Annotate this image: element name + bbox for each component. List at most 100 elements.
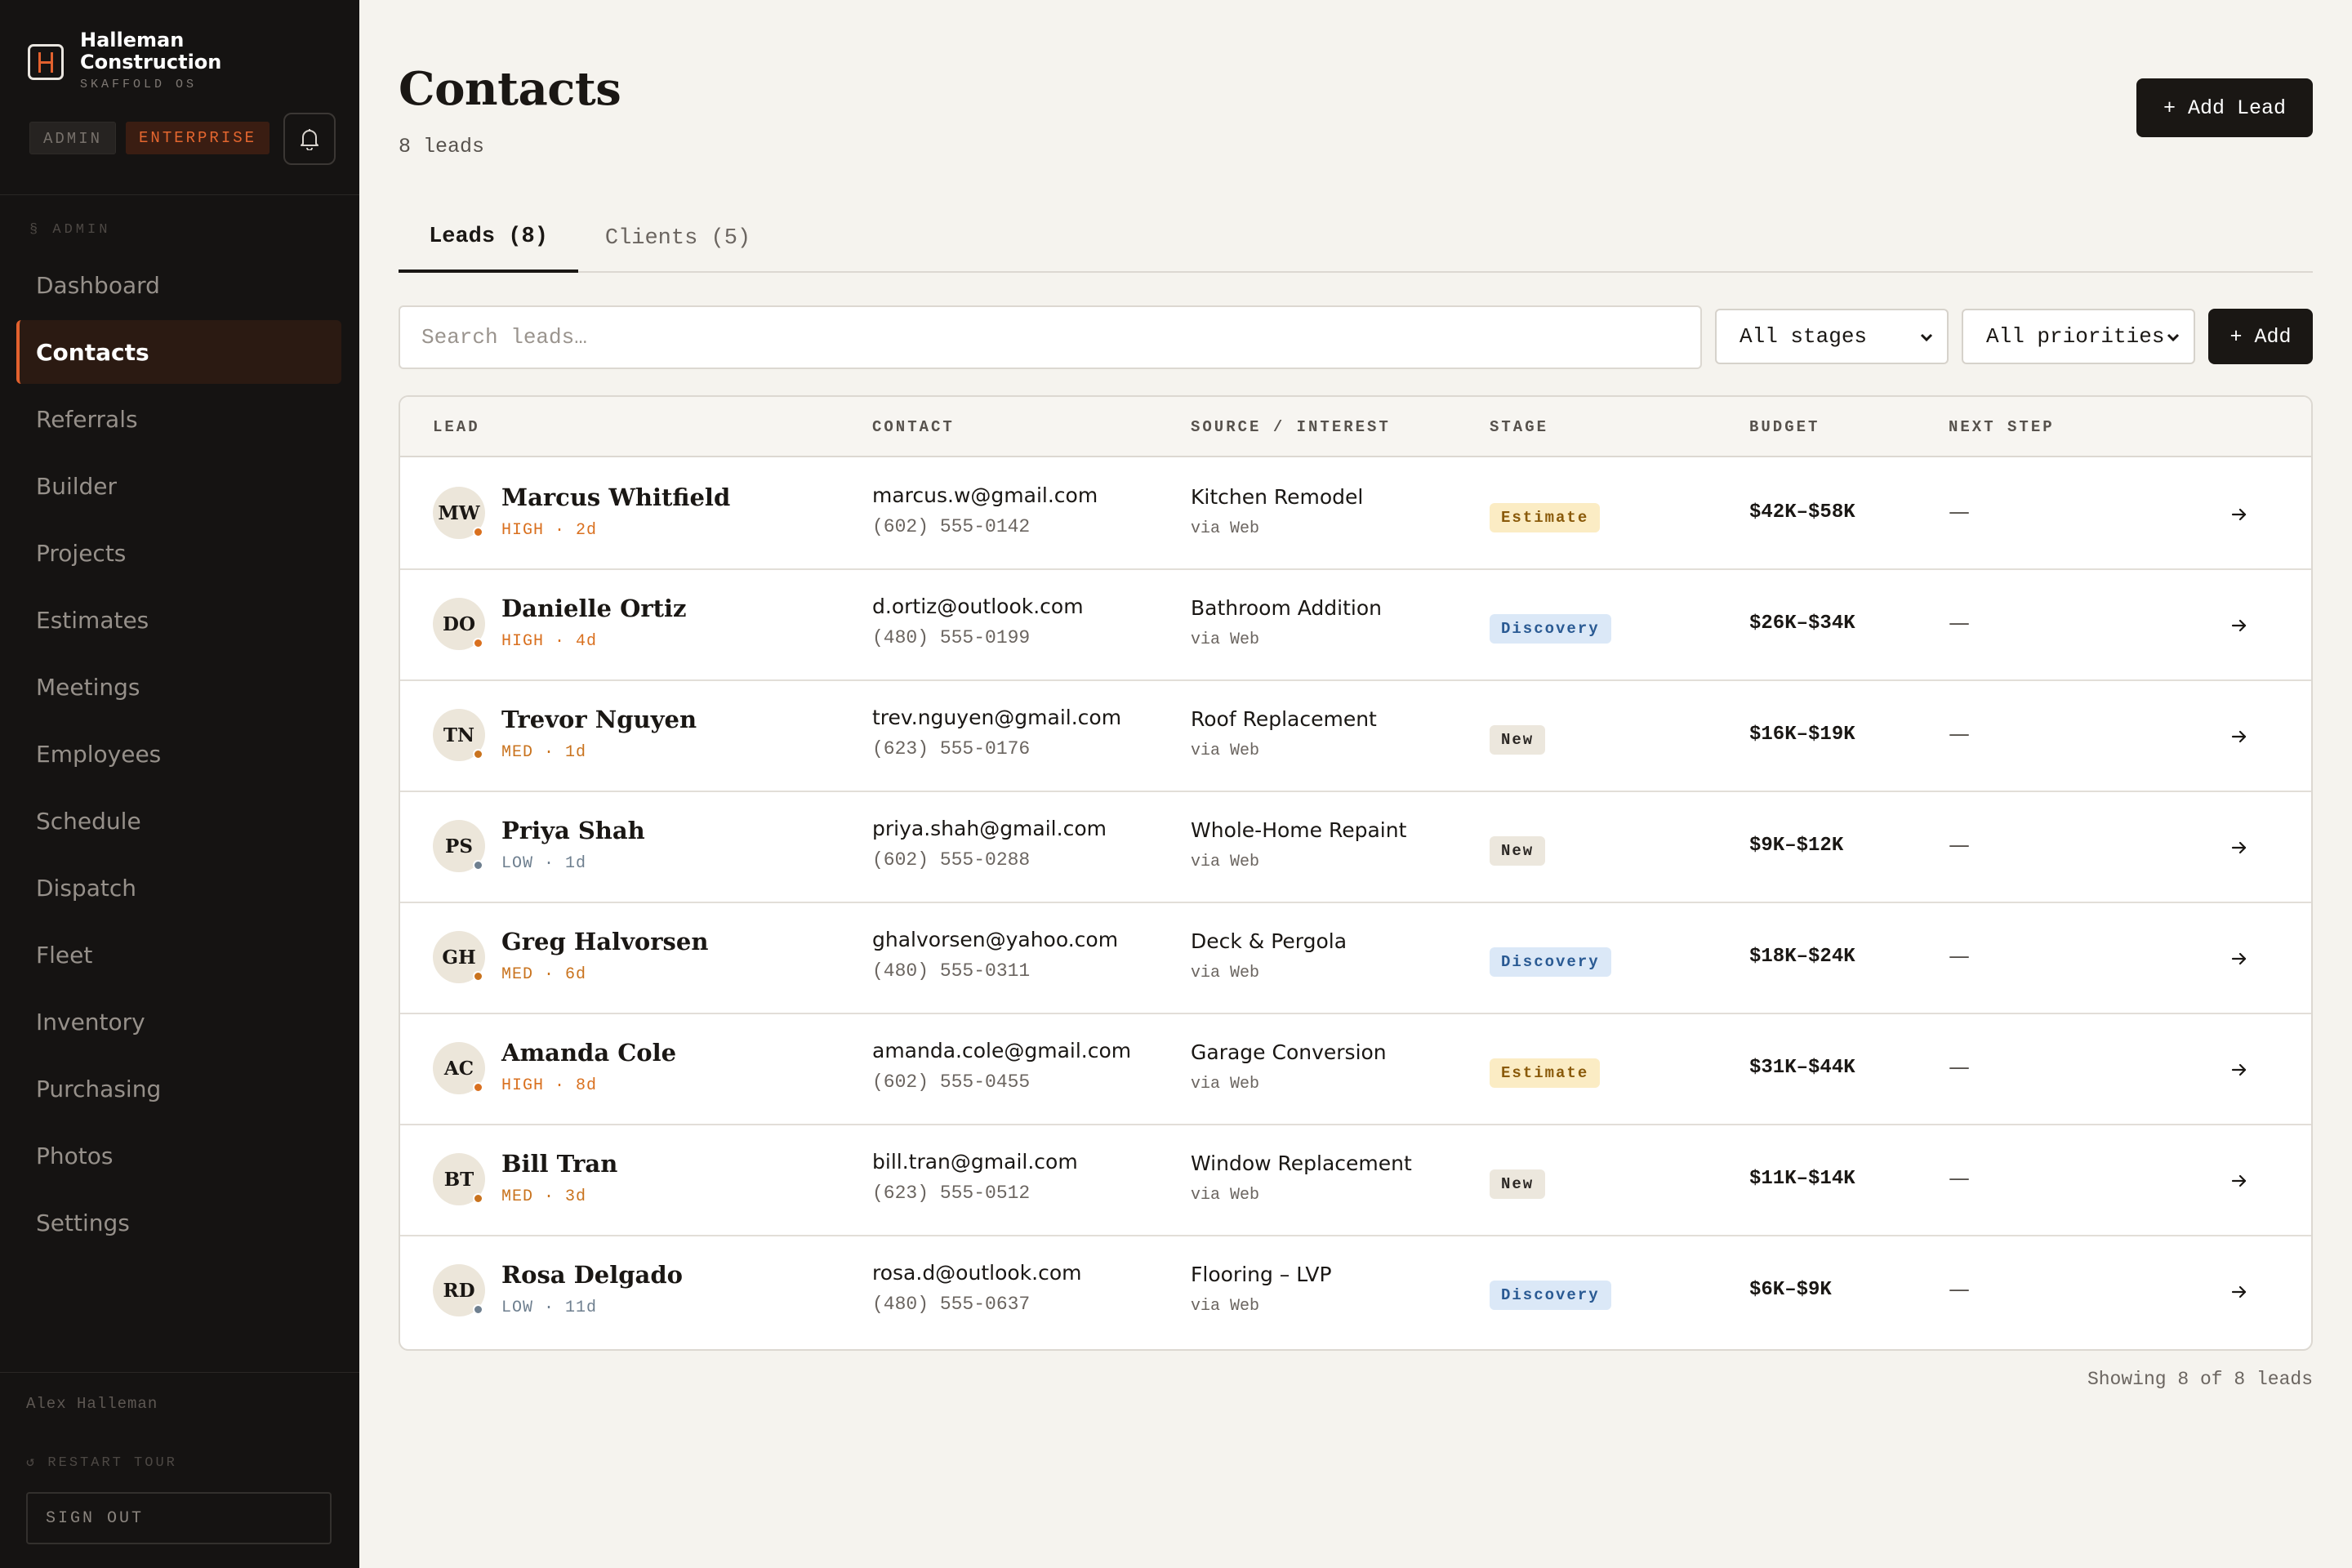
lead-priority-age: MED · 3d	[501, 1187, 587, 1206]
arrow-right-icon	[2231, 952, 2247, 965]
table-row[interactable]: DO Danielle Ortiz HIGH · 4d d.ortiz@outl…	[400, 570, 2311, 681]
lead-source: via Web	[1191, 1075, 1260, 1094]
sign-out-button[interactable]: SIGN OUT	[26, 1492, 332, 1544]
sidebar-item-meetings[interactable]: Meetings	[16, 655, 341, 719]
lead-name[interactable]: Greg Halvorsen	[501, 928, 708, 956]
brand-subtitle: SKAFFOLD OS	[80, 78, 198, 91]
contact-phone[interactable]: (602) 555-0142	[872, 516, 1030, 537]
sidebar-item-builder[interactable]: Builder	[16, 454, 341, 518]
lead-name[interactable]: Amanda Cole	[501, 1039, 676, 1067]
column-header-source[interactable]: SOURCE / INTEREST	[1191, 397, 1391, 457]
sidebar-item-settings[interactable]: Settings	[16, 1191, 341, 1254]
lead-interest: Flooring – LVP	[1191, 1263, 1332, 1286]
contact-email[interactable]: ghalvorsen@yahoo.com	[872, 928, 1118, 951]
avatar: BT	[433, 1153, 485, 1205]
contact-phone[interactable]: (623) 555-0512	[872, 1183, 1030, 1204]
open-lead-button[interactable]	[2226, 946, 2252, 972]
open-lead-button[interactable]	[2226, 501, 2252, 528]
sidebar-item-projects[interactable]: Projects	[16, 521, 341, 585]
contact-email[interactable]: rosa.d@outlook.com	[872, 1261, 1081, 1285]
sidebar-item-photos[interactable]: Photos	[16, 1124, 341, 1187]
priority-dot	[473, 860, 483, 871]
sidebar-item-dashboard[interactable]: Dashboard	[16, 253, 341, 317]
lead-source: via Web	[1191, 630, 1260, 649]
brand[interactable]: Halleman Construction SKAFFOLD OS	[28, 29, 221, 91]
sidebar-item-inventory[interactable]: Inventory	[16, 990, 341, 1054]
lead-interest: Roof Replacement	[1191, 707, 1377, 731]
sidebar-item-dispatch[interactable]: Dispatch	[16, 856, 341, 920]
table-row[interactable]: RD Rosa Delgado LOW · 11d rosa.d@outlook…	[400, 1236, 2311, 1348]
chevron-down-icon	[1920, 333, 1933, 342]
arrow-right-icon	[2231, 619, 2247, 632]
sidebar-item-estimates[interactable]: Estimates	[16, 588, 341, 652]
open-lead-button[interactable]	[2226, 1168, 2252, 1194]
contact-phone[interactable]: (602) 555-0288	[872, 849, 1030, 871]
sidebar-item-fleet[interactable]: Fleet	[16, 923, 341, 987]
open-lead-button[interactable]	[2226, 612, 2252, 639]
tab-clients[interactable]: Clients (5)	[588, 204, 768, 273]
priority-filter-select[interactable]: All priorities	[1962, 309, 2195, 364]
stage-badge: Estimate	[1490, 503, 1601, 532]
add-lead-button[interactable]: + Add Lead	[2136, 78, 2313, 137]
column-header-next-step[interactable]: NEXT STEP	[1949, 397, 2055, 457]
plan-badge: ENTERPRISE	[126, 122, 270, 154]
stage-filter-select[interactable]: All stages	[1715, 309, 1949, 364]
lead-name[interactable]: Trevor Nguyen	[501, 706, 697, 733]
sidebar-divider	[0, 194, 359, 195]
avatar: TN	[433, 709, 485, 761]
add-button[interactable]: + Add	[2208, 309, 2313, 364]
arrow-right-icon	[2231, 730, 2247, 743]
lead-name[interactable]: Rosa Delgado	[501, 1261, 683, 1289]
lead-source: via Web	[1191, 1186, 1260, 1205]
open-lead-button[interactable]	[2226, 724, 2252, 750]
contact-phone[interactable]: (623) 555-0176	[872, 738, 1030, 760]
tab-leads[interactable]: Leads (8)	[399, 204, 578, 273]
avatar: RD	[433, 1264, 485, 1316]
contact-phone[interactable]: (602) 555-0455	[872, 1071, 1030, 1093]
table-row[interactable]: TN Trevor Nguyen MED · 1d trev.nguyen@gm…	[400, 681, 2311, 792]
stage-badge: New	[1490, 1169, 1546, 1199]
table-row[interactable]: GH Greg Halvorsen MED · 6d ghalvorsen@ya…	[400, 903, 2311, 1014]
contact-email[interactable]: bill.tran@gmail.com	[872, 1150, 1078, 1174]
column-header-lead[interactable]: LEAD	[433, 397, 480, 457]
open-lead-button[interactable]	[2226, 1279, 2252, 1305]
lead-name[interactable]: Marcus Whitfield	[501, 483, 730, 511]
open-lead-button[interactable]	[2226, 1057, 2252, 1083]
contact-phone[interactable]: (480) 555-0199	[872, 627, 1030, 648]
lead-source: via Web	[1191, 853, 1260, 871]
lead-name[interactable]: Priya Shah	[501, 817, 645, 844]
lead-budget: $11K–$14K	[1749, 1168, 1855, 1190]
lead-priority-age: LOW · 1d	[501, 854, 587, 873]
column-header-budget[interactable]: BUDGET	[1749, 397, 1820, 457]
notifications-button[interactable]	[283, 113, 336, 165]
contact-phone[interactable]: (480) 555-0311	[872, 960, 1030, 982]
contact-phone[interactable]: (480) 555-0637	[872, 1294, 1030, 1315]
table-row[interactable]: PS Priya Shah LOW · 1d priya.shah@gmail.…	[400, 792, 2311, 903]
contact-email[interactable]: trev.nguyen@gmail.com	[872, 706, 1121, 729]
restart-tour-link[interactable]: ↺ RESTART TOUR	[26, 1454, 177, 1471]
sidebar-item-contacts[interactable]: Contacts	[16, 320, 341, 384]
open-lead-button[interactable]	[2226, 835, 2252, 861]
column-header-stage[interactable]: STAGE	[1490, 397, 1548, 457]
sidebar-item-referrals[interactable]: Referrals	[16, 387, 341, 451]
contact-email[interactable]: marcus.w@gmail.com	[872, 483, 1098, 507]
lead-priority-age: MED · 6d	[501, 965, 587, 984]
table-row[interactable]: MW Marcus Whitfield HIGH · 2d marcus.w@g…	[400, 459, 2311, 570]
lead-name[interactable]: Danielle Ortiz	[501, 595, 687, 622]
contact-email[interactable]: d.ortiz@outlook.com	[872, 595, 1084, 618]
sidebar-item-schedule[interactable]: Schedule	[16, 789, 341, 853]
sidebar-nav: Dashboard Contacts Referrals Builder Pro…	[16, 253, 341, 1258]
search-input[interactable]	[399, 305, 1702, 369]
column-header-contact[interactable]: CONTACT	[872, 397, 955, 457]
lead-name[interactable]: Bill Tran	[501, 1150, 617, 1178]
lead-budget: $42K–$58K	[1749, 501, 1855, 523]
next-step: —	[1949, 1055, 1970, 1080]
sidebar-item-employees[interactable]: Employees	[16, 722, 341, 786]
table-row[interactable]: BT Bill Tran MED · 3d bill.tran@gmail.co…	[400, 1125, 2311, 1236]
contact-email[interactable]: amanda.cole@gmail.com	[872, 1039, 1131, 1062]
lead-source: via Web	[1191, 1297, 1260, 1316]
contact-email[interactable]: priya.shah@gmail.com	[872, 817, 1107, 840]
sidebar-item-purchasing[interactable]: Purchasing	[16, 1057, 341, 1120]
table-row[interactable]: AC Amanda Cole HIGH · 8d amanda.cole@gma…	[400, 1014, 2311, 1125]
avatar-initials: BT	[443, 1168, 474, 1191]
